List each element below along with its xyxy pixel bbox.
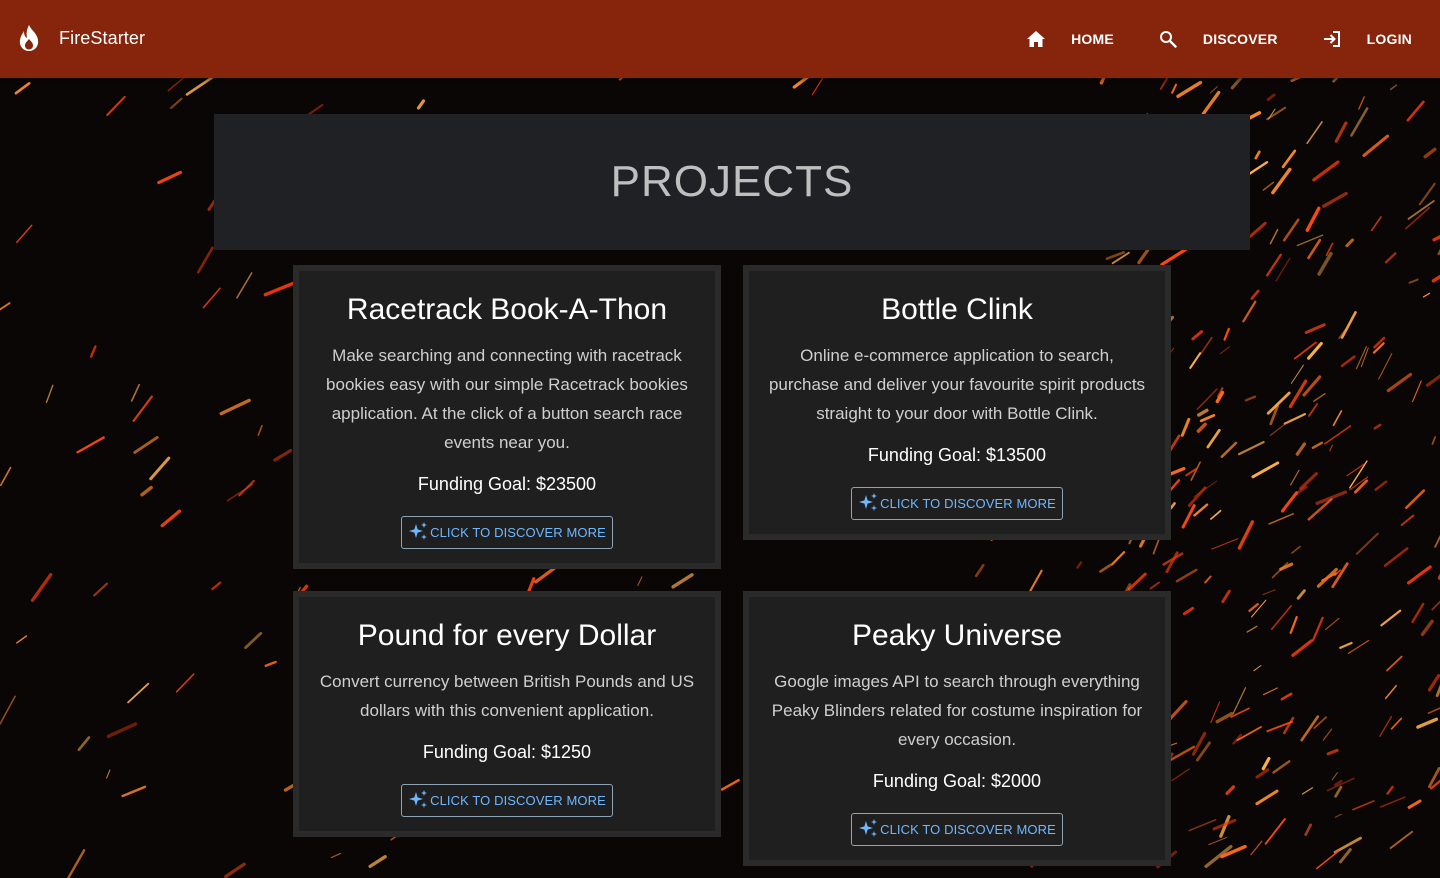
sparkles-icon [408,789,430,812]
discover-more-button[interactable]: CLICK TO DISCOVER MORE [401,516,613,549]
sparkles-icon [858,492,880,515]
sparkles-icon [408,521,430,544]
top-navigation-bar: FireStarter HOME DISCOVER LOGIN [0,0,1440,78]
project-description: Make searching and connecting with racet… [326,346,688,452]
funding-goal: Funding Goal: $13500 [867,445,1047,465]
brand-name: FireStarter [59,27,146,48]
flame-icon [17,24,41,52]
nav-discover-link[interactable]: DISCOVER [1203,31,1278,47]
project-description: Online e-commerce application to search,… [768,346,1146,423]
search-icon[interactable] [1156,27,1180,51]
project-card: Peaky Universe Google images API to sear… [743,591,1171,866]
project-title: Bottle Clink [881,293,1033,326]
page-title-banner: PROJECTS [214,114,1250,250]
funding-goal: Funding Goal: $23500 [417,474,597,494]
project-card: Bottle Clink Online e-commerce applicati… [743,265,1171,540]
button-label: CLICK TO DISCOVER MORE [880,822,1056,837]
login-icon[interactable] [1320,27,1344,51]
sparkles-icon [858,818,880,841]
button-label: CLICK TO DISCOVER MORE [430,525,606,540]
project-title: Peaky Universe [851,619,1063,652]
project-description: Convert currency between British Pounds … [319,672,695,720]
discover-more-button[interactable]: CLICK TO DISCOVER MORE [401,784,613,817]
funding-goal: Funding Goal: $2000 [872,771,1042,791]
discover-more-button[interactable]: CLICK TO DISCOVER MORE [851,487,1063,520]
nav-login-link[interactable]: LOGIN [1367,31,1412,47]
funding-goal: Funding Goal: $1250 [422,742,592,762]
project-card: Pound for every Dollar Convert currency … [293,591,721,837]
button-label: CLICK TO DISCOVER MORE [430,793,606,808]
button-label: CLICK TO DISCOVER MORE [880,496,1056,511]
project-title: Racetrack Book-A-Thon [346,293,668,326]
project-title: Pound for every Dollar [357,619,657,652]
home-icon[interactable] [1024,27,1048,51]
discover-more-button[interactable]: CLICK TO DISCOVER MORE [851,813,1063,846]
main-content: PROJECTS Racetrack Book-A-Thon Make sear… [0,78,1440,878]
nav-home-link[interactable]: HOME [1071,31,1114,47]
main-nav: HOME DISCOVER LOGIN [1024,0,1440,78]
page-title: PROJECTS [610,157,854,206]
brand-link[interactable]: FireStarter [17,22,145,54]
project-description: Google images API to search through ever… [771,672,1143,749]
project-card: Racetrack Book-A-Thon Make searching and… [293,265,721,569]
